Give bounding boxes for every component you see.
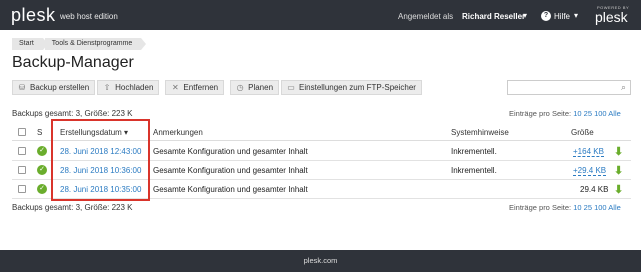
entries-per-page-top: Einträge pro Seite: 10 25 100 Alle xyxy=(509,109,621,118)
upload-label: Hochladen xyxy=(115,83,154,92)
comments-header[interactable]: Anmerkungen xyxy=(153,128,203,137)
per-page-100[interactable]: 100 xyxy=(594,109,607,118)
backup-note: Inkrementell. xyxy=(451,166,497,175)
summary-bottom: Backups gesamt: 3, Größe: 223 K xyxy=(12,203,133,212)
status-header[interactable]: S xyxy=(37,128,42,137)
backup-note: Inkrementell. xyxy=(451,147,497,156)
backup-size-link[interactable]: +29.4 KB xyxy=(573,166,607,176)
backup-comment: Gesamte Konfiguration und gesamter Inhal… xyxy=(153,166,308,175)
size-header[interactable]: Größe xyxy=(571,128,594,137)
edition-label: web host edition xyxy=(60,12,118,21)
search-icon[interactable]: ⌕ xyxy=(621,82,626,93)
backup-button[interactable]: ⛁ Backup erstellen xyxy=(12,80,96,95)
download-icon[interactable]: ⬇ xyxy=(614,183,623,196)
row-checkbox[interactable] xyxy=(18,147,26,155)
footer-link[interactable]: plesk.com xyxy=(304,256,338,265)
page-title: Backup-Manager xyxy=(12,54,134,71)
per-page-100[interactable]: 100 xyxy=(594,203,607,212)
user-menu[interactable]: Richard Reseller xyxy=(462,12,525,21)
folder-icon: ▭ xyxy=(287,83,295,92)
top-bar: plesk web host edition Angemeldet als Ri… xyxy=(0,0,641,30)
check-icon: ✓ xyxy=(37,184,47,194)
check-icon: ✓ xyxy=(37,165,47,175)
check-icon: ✓ xyxy=(37,146,47,156)
entries-per-page-bottom: Einträge pro Seite: 10 25 100 Alle xyxy=(509,203,621,212)
remove-label: Entfernen xyxy=(183,83,219,92)
ftp-settings-button[interactable]: ▭ Einstellungen zum FTP-Speicher xyxy=(281,80,422,95)
search-input[interactable]: ⌕ xyxy=(507,80,631,95)
per-page-all[interactable]: Alle xyxy=(608,109,621,118)
schedule-label: Planen xyxy=(248,83,274,92)
row-checkbox[interactable] xyxy=(18,166,26,174)
breadcrumb-tools[interactable]: Tools & Dienstprogramme xyxy=(44,38,146,50)
chevron-down-icon[interactable]: ▾ xyxy=(523,11,527,20)
row-checkbox[interactable] xyxy=(18,185,26,193)
chevron-down-icon[interactable]: ▾ xyxy=(574,11,578,20)
upload-icon: ⇧ xyxy=(103,83,111,92)
clock-icon: ◷ xyxy=(236,83,244,92)
backup-icon: ⛁ xyxy=(18,83,26,92)
entries-per-page-label: Einträge pro Seite: xyxy=(509,109,572,118)
summary-top: Backups gesamt: 3, Größe: 223 K xyxy=(12,109,133,118)
date-column-highlight xyxy=(51,119,150,201)
login-label: Angemeldet als xyxy=(398,12,454,21)
backup-comment: Gesamte Konfiguration und gesamter Inhal… xyxy=(153,185,308,194)
upload-button[interactable]: ⇧ Hochladen xyxy=(97,80,160,95)
breadcrumb-start[interactable]: Start xyxy=(12,38,48,50)
schedule-button[interactable]: ◷ Planen xyxy=(230,80,280,95)
help-icon[interactable]: ? xyxy=(541,11,551,21)
powered-by-logo: plesk xyxy=(595,9,628,25)
entries-per-page-label: Einträge pro Seite: xyxy=(509,203,572,212)
help-menu[interactable]: Hilfe xyxy=(554,12,570,21)
per-page-25[interactable]: 25 xyxy=(584,203,592,212)
download-icon[interactable]: ⬇ xyxy=(614,145,623,158)
backup-label: Backup erstellen xyxy=(30,83,90,92)
per-page-10[interactable]: 10 xyxy=(573,203,581,212)
plesk-logo[interactable]: plesk xyxy=(11,5,56,26)
ftp-settings-label: Einstellungen zum FTP-Speicher xyxy=(299,83,416,92)
system-notes-header[interactable]: Systemhinweise xyxy=(451,128,509,137)
download-icon[interactable]: ⬇ xyxy=(614,164,623,177)
backup-size-link[interactable]: +164 KB xyxy=(573,147,604,157)
backup-comment: Gesamte Konfiguration und gesamter Inhal… xyxy=(153,147,308,156)
footer: plesk.com xyxy=(0,250,641,272)
per-page-all[interactable]: Alle xyxy=(608,203,621,212)
per-page-10[interactable]: 10 xyxy=(573,109,581,118)
select-all-checkbox[interactable] xyxy=(18,128,26,136)
remove-button[interactable]: ✕ Entfernen xyxy=(165,80,225,95)
toolbar: ⛁ Backup erstellen ⇧ Hochladen ✕ Entfern… xyxy=(12,80,424,95)
remove-icon: ✕ xyxy=(172,83,179,92)
backup-size: 29.4 KB xyxy=(580,185,609,194)
per-page-25[interactable]: 25 xyxy=(584,109,592,118)
breadcrumb: Start Tools & Dienstprogramme xyxy=(12,38,146,50)
